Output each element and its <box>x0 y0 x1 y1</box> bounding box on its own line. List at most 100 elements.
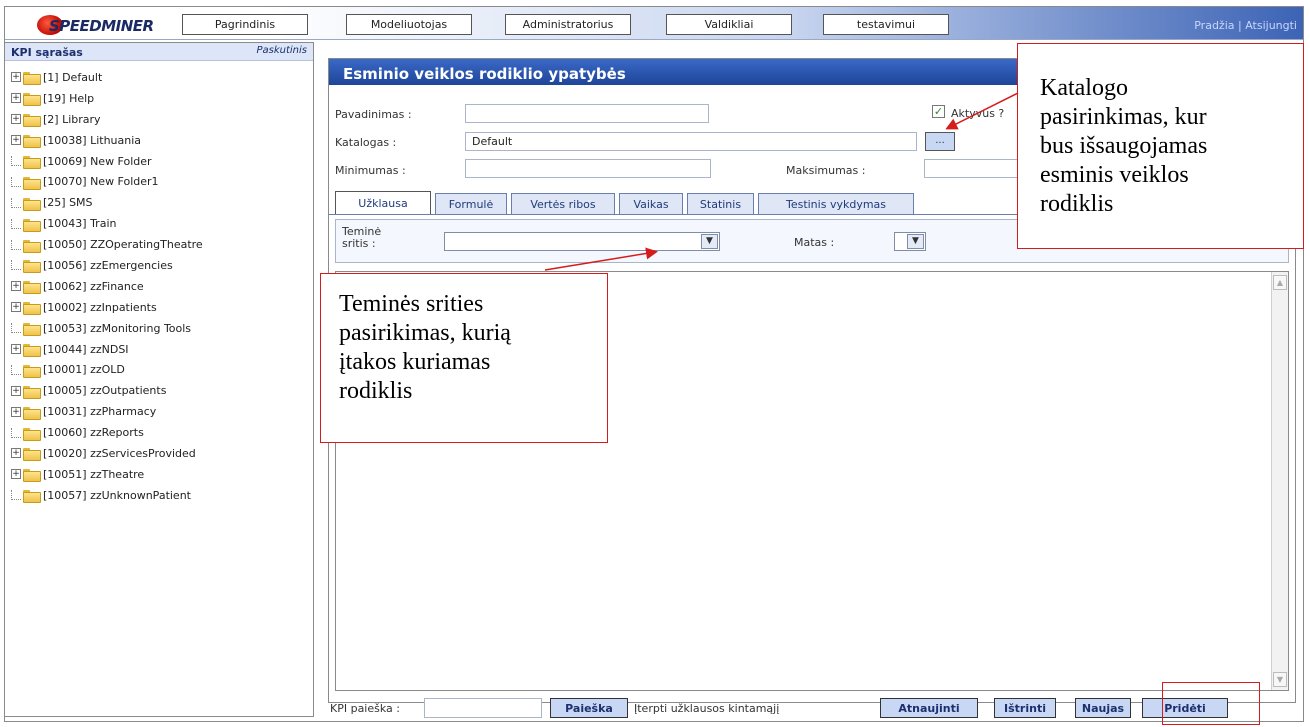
folder-icon <box>23 280 41 295</box>
editor-scrollbar[interactable]: ▲ ▼ <box>1271 272 1288 690</box>
expand-icon[interactable]: + <box>11 344 21 355</box>
tab-formule[interactable]: Formulė <box>435 193 507 214</box>
tree-item[interactable]: [10057] zzUnknownPatient <box>11 485 203 506</box>
folder-icon <box>23 385 41 399</box>
home-link[interactable]: Pradžia <box>1194 19 1234 32</box>
name-input[interactable] <box>465 104 709 123</box>
tree-item[interactable]: + [19] Help <box>11 88 203 109</box>
tab-statinis[interactable]: Statinis <box>687 193 754 214</box>
sidebar-last-link[interactable]: Paskutinis <box>256 45 307 56</box>
tab-uzklausa[interactable]: Užklausa <box>335 191 431 214</box>
expand-icon[interactable]: + <box>11 281 21 292</box>
tree-item[interactable]: + [10031] zzPharmacy <box>11 401 203 422</box>
folder-icon <box>23 113 41 128</box>
folder-icon <box>23 134 41 149</box>
tab-testinis-vykdymas[interactable]: Testinis vykdymas <box>758 193 914 214</box>
folder-icon <box>23 364 41 378</box>
logout-link[interactable]: Atsijungti <box>1245 19 1297 32</box>
expand-icon[interactable]: + <box>11 406 21 417</box>
speedminer-logo: SPEEDMINER <box>37 15 157 35</box>
catalog-browse-button[interactable]: ... <box>925 132 955 151</box>
top-navigation-bar: SPEEDMINER Pagrindinis Modeliuotojas Adm… <box>5 7 1303 40</box>
tree-item-label: [10062] zzFinance <box>43 279 144 293</box>
area-callout-line: Teminės srities <box>339 291 484 317</box>
active-checkbox[interactable]: ✓ <box>932 105 945 118</box>
expand-icon[interactable]: + <box>11 448 21 459</box>
chevron-down-icon[interactable]: ▼ <box>701 234 718 249</box>
new-button[interactable]: Naujas <box>1075 698 1131 718</box>
nav-valdikliai[interactable]: Valdikliai <box>666 14 792 35</box>
insert-variable-link[interactable]: Įterpti užklausos kintamąjį <box>634 702 779 715</box>
expand-icon[interactable]: + <box>11 135 21 146</box>
kpi-search-input[interactable] <box>424 698 542 718</box>
tree-item[interactable]: + [10002] zzInpatients <box>11 297 203 318</box>
tree-item[interactable]: [10050] ZZOperatingTheatre <box>11 234 203 255</box>
catalog-label: Katalogas : <box>335 136 397 149</box>
tree-connector <box>11 156 21 166</box>
tree-item[interactable]: + [10005] zzOutpatients <box>11 380 203 401</box>
expand-icon[interactable]: + <box>11 469 21 480</box>
thematic-area-label: Teminė sritis : <box>342 226 381 250</box>
active-label: Aktyvus ? <box>951 107 1005 120</box>
min-input[interactable] <box>465 159 711 178</box>
refresh-button[interactable]: Atnaujinti <box>880 698 978 718</box>
tree-item-label: [10002] zzInpatients <box>43 300 157 314</box>
folder-icon <box>23 176 41 190</box>
tree-item[interactable]: + [1] Default <box>11 67 203 88</box>
tree-item-label: [10069] New Folder <box>43 154 152 168</box>
scroll-down-icon[interactable]: ▼ <box>1273 672 1287 687</box>
delete-button[interactable]: Ištrinti <box>994 698 1056 718</box>
min-label: Minimumas : <box>335 164 406 177</box>
expand-icon[interactable]: + <box>11 385 21 396</box>
folder-icon <box>23 489 41 504</box>
nav-modeliuotojas[interactable]: Modeliuotojas <box>346 14 472 35</box>
tree-item-label: [10031] zzPharmacy <box>43 405 157 419</box>
folder-icon <box>23 301 41 316</box>
folder-icon <box>23 343 41 358</box>
tree-item[interactable]: + [10038] Lithuania <box>11 130 203 151</box>
search-button[interactable]: Paieška <box>550 698 628 718</box>
scroll-up-icon[interactable]: ▲ <box>1273 275 1287 290</box>
folder-icon <box>23 406 41 420</box>
bottom-toolbar: KPI paieška : Paieška Įterpti užklausos … <box>328 698 1296 720</box>
catalog-input[interactable]: Default <box>465 132 917 151</box>
expand-icon[interactable]: + <box>11 93 21 104</box>
tree-item[interactable]: [10070] New Folder1 <box>11 171 203 192</box>
nav-pagrindinis[interactable]: Pagrindinis <box>182 14 308 35</box>
tree-item[interactable]: + [10051] zzTheatre <box>11 464 203 485</box>
add-button-highlight <box>1162 682 1260 725</box>
tree-item[interactable]: [25] SMS <box>11 192 203 213</box>
tree-item[interactable]: + [2] Library <box>11 109 203 130</box>
measure-select[interactable]: ▼ <box>894 232 926 251</box>
tree-connector <box>11 218 21 229</box>
catalog-callout-line: bus išsaugojamas <box>1040 133 1208 159</box>
tree-item[interactable]: [10043] Train <box>11 213 203 234</box>
nav-administratorius[interactable]: Administratorius <box>505 14 631 35</box>
chevron-down-icon[interactable]: ▼ <box>907 234 924 249</box>
tree-connector <box>11 364 21 375</box>
expand-icon[interactable]: + <box>11 114 21 125</box>
tree-item-label: [10001] zzOLD <box>43 363 125 377</box>
kpi-sidebar: KPI sąrašas Paskutinis + [1] Default + [19]… <box>4 42 314 717</box>
expand-icon[interactable]: + <box>11 72 21 83</box>
tree-item[interactable]: [10001] zzOLD <box>11 359 203 380</box>
tree-item[interactable]: [10053] zzMonitoring Tools <box>11 318 203 339</box>
tree-item-label: [10053] zzMonitoring Tools <box>43 321 192 335</box>
tree-item-label: [10043] Train <box>43 217 117 231</box>
tree-item[interactable]: + [10062] zzFinance <box>11 276 203 297</box>
tree-item[interactable]: [10060] zzReports <box>11 422 203 443</box>
max-input[interactable] <box>924 159 1024 178</box>
tree-connector <box>11 260 21 271</box>
link-separator: | <box>1234 19 1246 32</box>
tree-item[interactable]: [10056] zzEmergencies <box>11 255 203 276</box>
nav-testavimui[interactable]: testavimui <box>823 14 949 35</box>
tree-item[interactable]: + [10020] zzServicesProvided <box>11 443 203 464</box>
tab-vaikas[interactable]: Vaikas <box>619 193 683 214</box>
tree-item-label: [10038] Lithuania <box>43 133 142 147</box>
tab-vertes-ribos[interactable]: Vertės ribos <box>511 193 615 214</box>
tree-item[interactable]: [10069] New Folder <box>11 151 203 172</box>
expand-icon[interactable]: + <box>11 302 21 313</box>
thematic-area-select[interactable]: ▼ <box>444 232 720 251</box>
tree-item[interactable]: + [10044] zzNDSI <box>11 339 203 360</box>
tree-item-label: [10056] zzEmergencies <box>43 258 173 272</box>
